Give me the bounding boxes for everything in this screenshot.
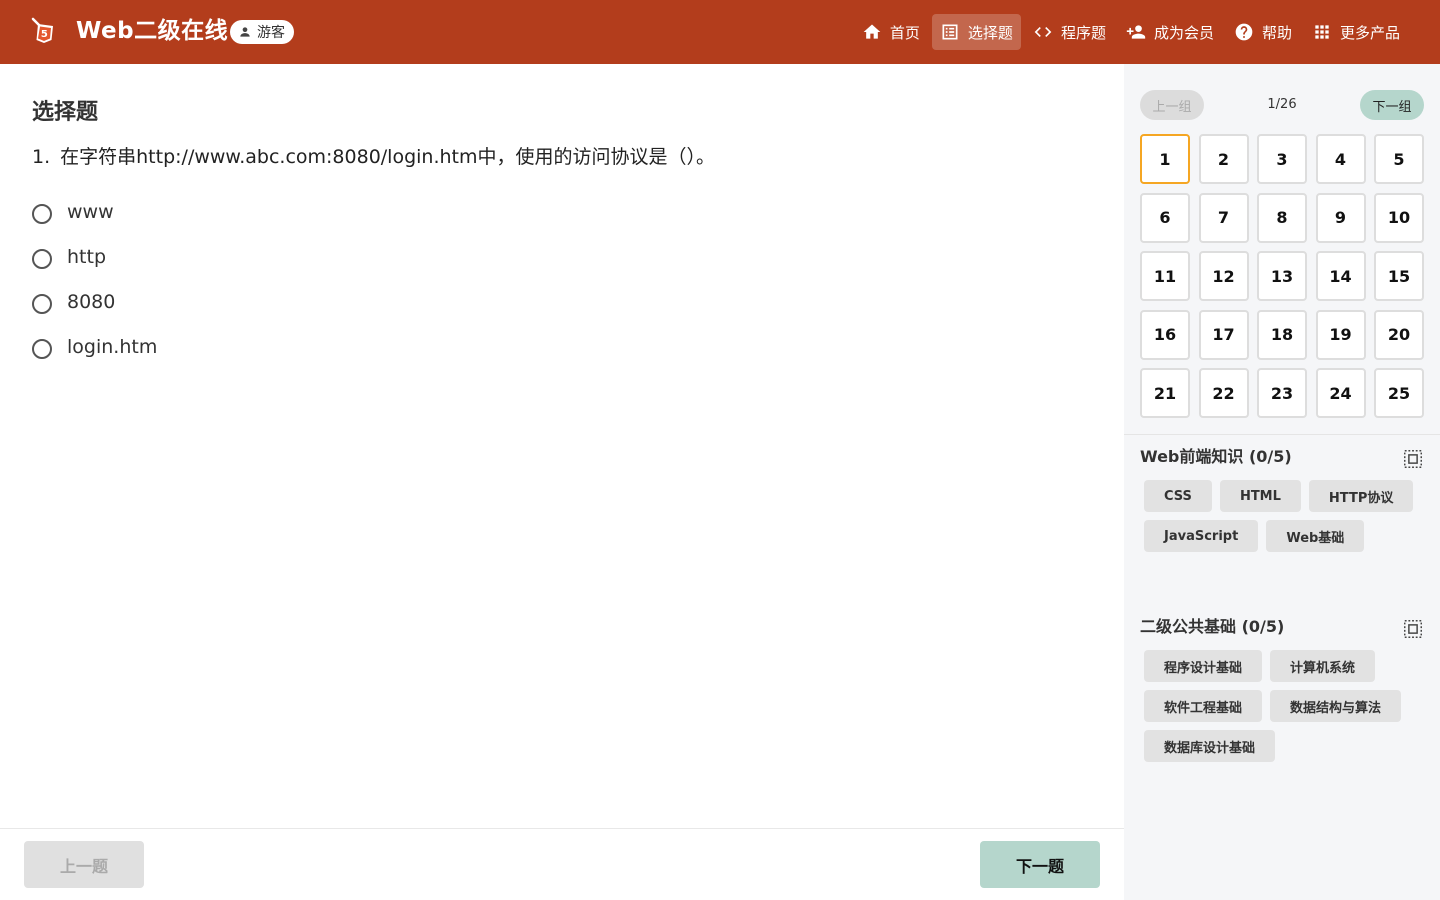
add-person-icon [1126, 25, 1146, 39]
nav-choice[interactable]: 选择题 [931, 14, 1021, 50]
question-number-16[interactable]: 16 [1140, 309, 1190, 360]
option-label: www [67, 200, 114, 223]
question-number-13[interactable]: 13 [1257, 251, 1307, 301]
list-icon [942, 24, 958, 40]
top-bar: 5 Web二级在线 游客 首页 选择题 程序题 成为会员 帮助 更多产品 [0, 0, 1440, 64]
question-footer: 上一题 下一题 [0, 828, 1124, 900]
option-label: http [67, 245, 107, 268]
tag-computer-system[interactable]: 计算机系统 [1270, 650, 1376, 682]
option-d[interactable]: login.htm [32, 324, 157, 369]
nav-label: 帮助 [1261, 23, 1292, 42]
select-all-icon[interactable] [1402, 618, 1424, 640]
nav-label: 程序题 [1060, 23, 1106, 42]
guest-label: 游客 [257, 25, 285, 41]
radio-button[interactable] [32, 338, 52, 359]
question-text: 1. 在字符串http://www.abc.com:8080/login.htm中… [32, 142, 715, 169]
nav-label: 成为会员 [1153, 23, 1214, 42]
html5-logo-icon[interactable]: 5 [29, 16, 59, 46]
category-web-frontend: Web前端知识 (0/5) CSS HTML HTTP协议 JavaScript… [1140, 442, 1424, 552]
divider [1124, 434, 1440, 435]
question-number-24[interactable]: 24 [1315, 368, 1366, 418]
question-number-17[interactable]: 17 [1198, 309, 1249, 360]
nav-more-products[interactable]: 更多产品 [1304, 14, 1408, 50]
question-number-7[interactable]: 7 [1198, 192, 1249, 243]
question-number-5[interactable]: 5 [1374, 134, 1424, 184]
nav-label: 更多产品 [1339, 23, 1400, 42]
tag-javascript[interactable]: JavaScript [1144, 520, 1259, 552]
tag-web-basics[interactable]: Web基础 [1266, 520, 1365, 552]
home-icon [863, 24, 881, 39]
tag-html[interactable]: HTML [1219, 480, 1301, 512]
question-number-22[interactable]: 22 [1198, 368, 1249, 418]
question-number-2[interactable]: 2 [1198, 134, 1249, 184]
option-b[interactable]: http [32, 234, 157, 279]
next-group-button[interactable]: 下一组 [1360, 90, 1424, 120]
question-number-18[interactable]: 18 [1257, 309, 1307, 360]
page-title: 选择题 [32, 100, 99, 125]
nav-help[interactable]: 帮助 [1226, 14, 1300, 50]
question-number-10[interactable]: 10 [1374, 192, 1424, 243]
radio-button[interactable] [32, 293, 52, 314]
question-number-19[interactable]: 19 [1315, 309, 1366, 360]
question-number-20[interactable]: 20 [1374, 309, 1424, 360]
select-all-icon[interactable] [1402, 448, 1424, 470]
app-title[interactable]: Web二级在线 [76, 16, 228, 46]
question-number-11[interactable]: 11 [1140, 251, 1190, 301]
prev-question-button[interactable]: 上一题 [24, 841, 144, 888]
question-number-23[interactable]: 23 [1257, 368, 1307, 418]
nav-label: 首页 [889, 23, 920, 42]
question-number: 1. [32, 146, 51, 168]
tag-list: 程序设计基础 计算机系统 软件工程基础 数据结构与算法 数据库设计基础 [1140, 650, 1424, 762]
question-number-12[interactable]: 12 [1198, 251, 1249, 301]
tag-data-structures[interactable]: 数据结构与算法 [1270, 690, 1402, 722]
next-question-button[interactable]: 下一题 [980, 841, 1100, 888]
question-number-6[interactable]: 6 [1140, 192, 1190, 243]
radio-button[interactable] [32, 203, 52, 224]
question-number-1[interactable]: 1 [1140, 134, 1190, 184]
category-title: Web前端知识 (0/5) [1140, 447, 1292, 466]
tag-list: CSS HTML HTTP协议 JavaScript Web基础 [1140, 480, 1424, 552]
option-list: www http 8080 login.htm [32, 189, 157, 369]
question-number-25[interactable]: 25 [1374, 368, 1424, 418]
question-number-21[interactable]: 21 [1140, 368, 1190, 418]
nav-home[interactable]: 首页 [854, 14, 928, 50]
nav-program[interactable]: 程序题 [1025, 14, 1114, 50]
option-a[interactable]: www [32, 189, 157, 234]
category-public-basics: 二级公共基础 (0/5) 程序设计基础 计算机系统 软件工程基础 数据结构与算法… [1140, 612, 1424, 762]
code-icon [1034, 27, 1052, 37]
tag-css[interactable]: CSS [1144, 480, 1212, 512]
question-number-4[interactable]: 4 [1315, 134, 1366, 184]
tag-http[interactable]: HTTP协议 [1308, 480, 1414, 512]
question-number-3[interactable]: 3 [1257, 134, 1307, 184]
grid-icon [1315, 25, 1329, 39]
option-label: 8080 [67, 290, 116, 313]
main-nav: 首页 选择题 程序题 成为会员 帮助 更多产品 [854, 14, 1408, 50]
nav-membership[interactable]: 成为会员 [1118, 14, 1222, 50]
help-icon [1235, 23, 1253, 41]
guest-badge[interactable]: 游客 [230, 20, 294, 44]
category-title: 二级公共基础 (0/5) [1140, 617, 1285, 636]
svg-text:5: 5 [41, 29, 48, 40]
option-label: login.htm [67, 335, 158, 358]
question-number-15[interactable]: 15 [1374, 251, 1424, 301]
nav-label: 选择题 [967, 23, 1013, 42]
question-number-8[interactable]: 8 [1257, 192, 1307, 243]
tag-program-design[interactable]: 程序设计基础 [1144, 650, 1263, 682]
question-number-9[interactable]: 9 [1315, 192, 1366, 243]
radio-button[interactable] [32, 248, 52, 269]
question-number-14[interactable]: 14 [1315, 251, 1366, 301]
option-c[interactable]: 8080 [32, 279, 157, 324]
sidebar: 上一组 1/26 下一组 1 2 3 4 5 6 7 8 9 10 11 12 13 14 15 16 17 18… [1124, 64, 1440, 900]
question-stem: 在字符串http://www.abc.com:8080/login.htm中，使… [60, 146, 716, 168]
tag-software-engineering[interactable]: 软件工程基础 [1144, 690, 1263, 722]
question-number-grid: 1 2 3 4 5 6 7 8 9 10 11 12 13 14 15 16 17 18 19 20 21 22 23 24 2… [1140, 134, 1424, 418]
question-panel: 选择题 1. 在字符串http://www.abc.com:8080/login.… [0, 64, 1124, 900]
tag-database-design[interactable]: 数据库设计基础 [1144, 730, 1276, 762]
person-icon [240, 27, 250, 37]
